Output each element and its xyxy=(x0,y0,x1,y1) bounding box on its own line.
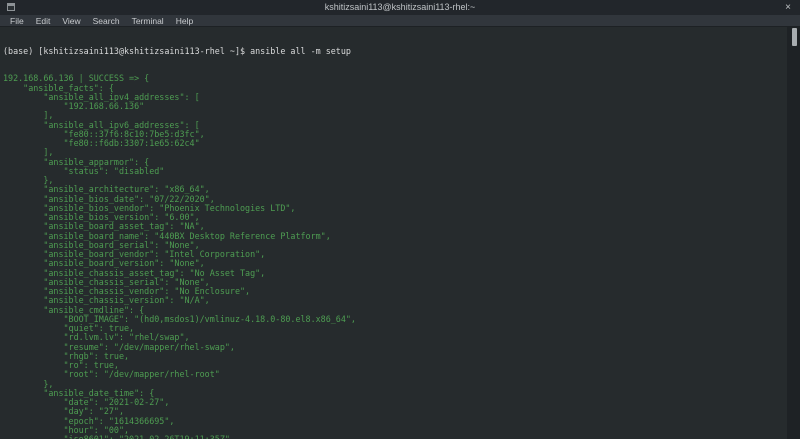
terminal-output-line: 192.168.66.136 | SUCCESS => { xyxy=(3,73,150,84)
terminal-output-line: "status": "disabled" xyxy=(3,165,165,176)
terminal-output-line: "192.168.66.136" xyxy=(3,101,145,111)
menu-item-file[interactable]: File xyxy=(4,15,30,27)
menu-item-view[interactable]: View xyxy=(56,15,86,27)
window-title: kshitizsaini113@kshitizsaini113-rhel:~ xyxy=(324,2,476,12)
menu-item-edit[interactable]: Edit xyxy=(30,15,57,27)
terminal-window: kshitizsaini113@kshitizsaini113-rhel:~ ×… xyxy=(0,0,800,439)
menu-item-terminal[interactable]: Terminal xyxy=(126,15,170,27)
terminal-app-icon xyxy=(7,3,15,11)
terminal-command-line: (base) [kshitizsaini113@kshitizsaini113-… xyxy=(3,45,351,56)
scrollbar-thumb[interactable] xyxy=(792,28,797,46)
titlebar[interactable]: kshitizsaini113@kshitizsaini113-rhel:~ × xyxy=(0,0,800,15)
terminal-output-line: "rhgb": true, xyxy=(3,350,130,361)
terminal-output-line: "root": "/dev/mapper/rhel-root" xyxy=(3,369,220,380)
scrollbar-track[interactable] xyxy=(787,27,800,439)
terminal-output-line: "fe80::f6db:3307:1e65:62c4" xyxy=(3,138,200,148)
terminal-viewport[interactable]: (base) [kshitizsaini113@kshitizsaini113-… xyxy=(0,27,800,439)
close-icon[interactable]: × xyxy=(782,0,794,15)
menubar: File Edit View Search Terminal Help xyxy=(0,15,800,27)
terminal-output: (base) [kshitizsaini113@kshitizsaini113-… xyxy=(3,28,786,439)
terminal-output-line: "iso8601": "2021-02-26T19:11:35Z", xyxy=(3,434,235,439)
menu-item-search[interactable]: Search xyxy=(87,15,126,27)
menu-item-help[interactable]: Help xyxy=(170,15,199,27)
